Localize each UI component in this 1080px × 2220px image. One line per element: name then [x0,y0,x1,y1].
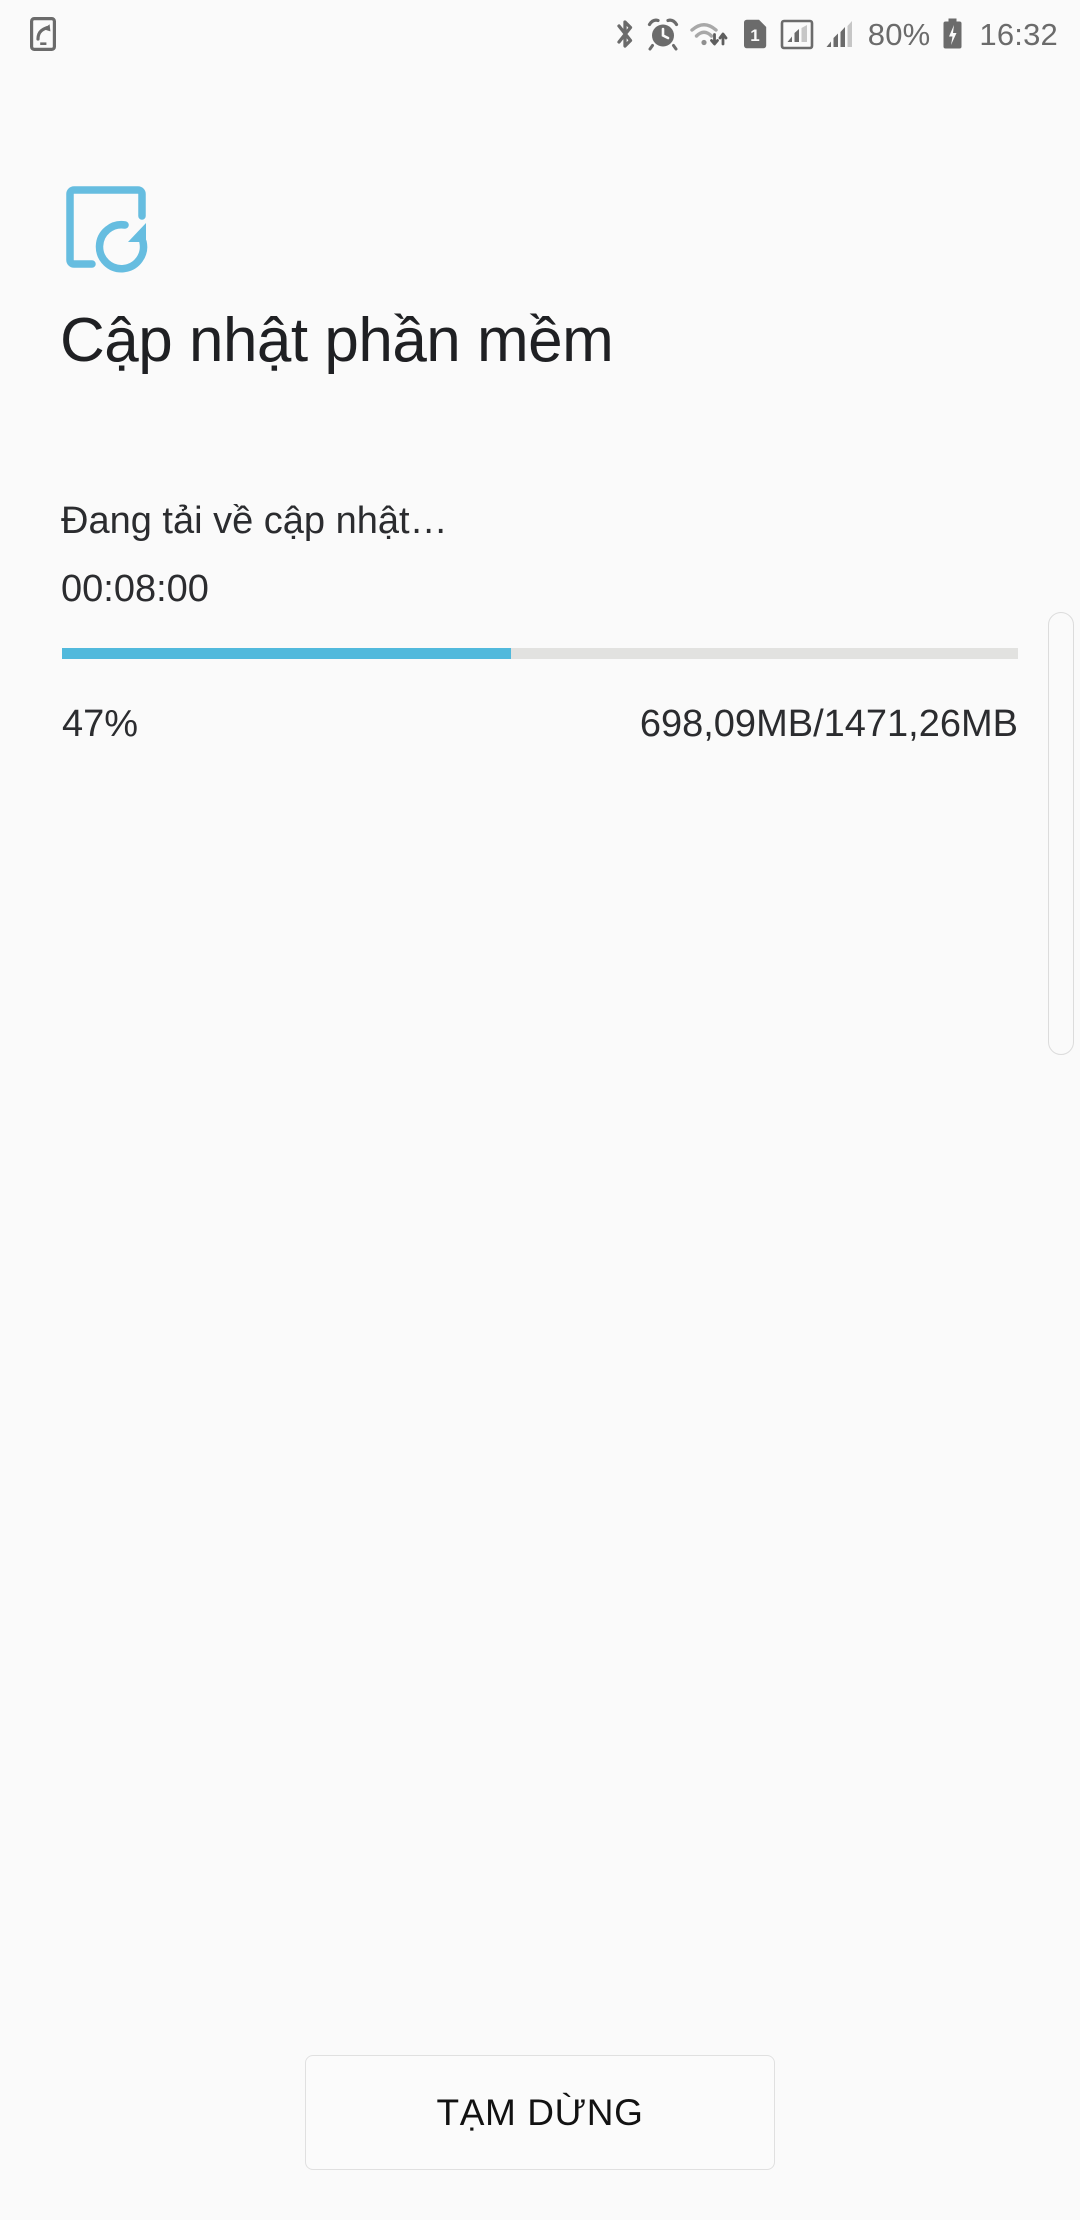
download-status-text: Đang tải về cập nhật… [61,500,448,542]
download-percent-label: 47% [62,703,139,745]
alarm-clock-icon [647,17,679,51]
status-bar-right-icons: 1 80% 16:32 [614,17,1058,51]
pause-button[interactable]: TẠM DỪNG [305,2055,775,2170]
signal-bars-icon [825,17,857,51]
wifi-data-transfer-icon [690,17,730,51]
bluetooth-icon [614,17,636,51]
software-update-icon [62,182,154,274]
status-bar: 1 80% 16:32 [0,0,1080,68]
scrollbar-thumb[interactable] [1048,612,1074,1055]
battery-charging-icon [941,17,964,51]
screen-recording-icon [30,17,56,51]
download-progress-bar [62,648,1018,659]
page-title: Cập nhật phần mềm [60,306,614,375]
svg-text:1: 1 [750,26,759,45]
download-elapsed-time: 00:08:00 [61,568,209,610]
download-progress-labels: 47% 698,09MB/1471,26MB [62,702,1018,748]
download-size-label: 698,09MB/1471,26MB [639,703,1018,745]
software-update-screen: 1 80% 16:32 Cập nhật phần mềm Đang tải v… [0,0,1080,2220]
sim-1-icon: 1 [741,17,769,51]
status-bar-left-icons [30,17,56,51]
signal-boxed-icon [780,17,814,51]
battery-percent-label: 80% [867,16,931,52]
download-progress-fill [62,648,512,659]
clock-label: 16:32 [979,16,1058,52]
